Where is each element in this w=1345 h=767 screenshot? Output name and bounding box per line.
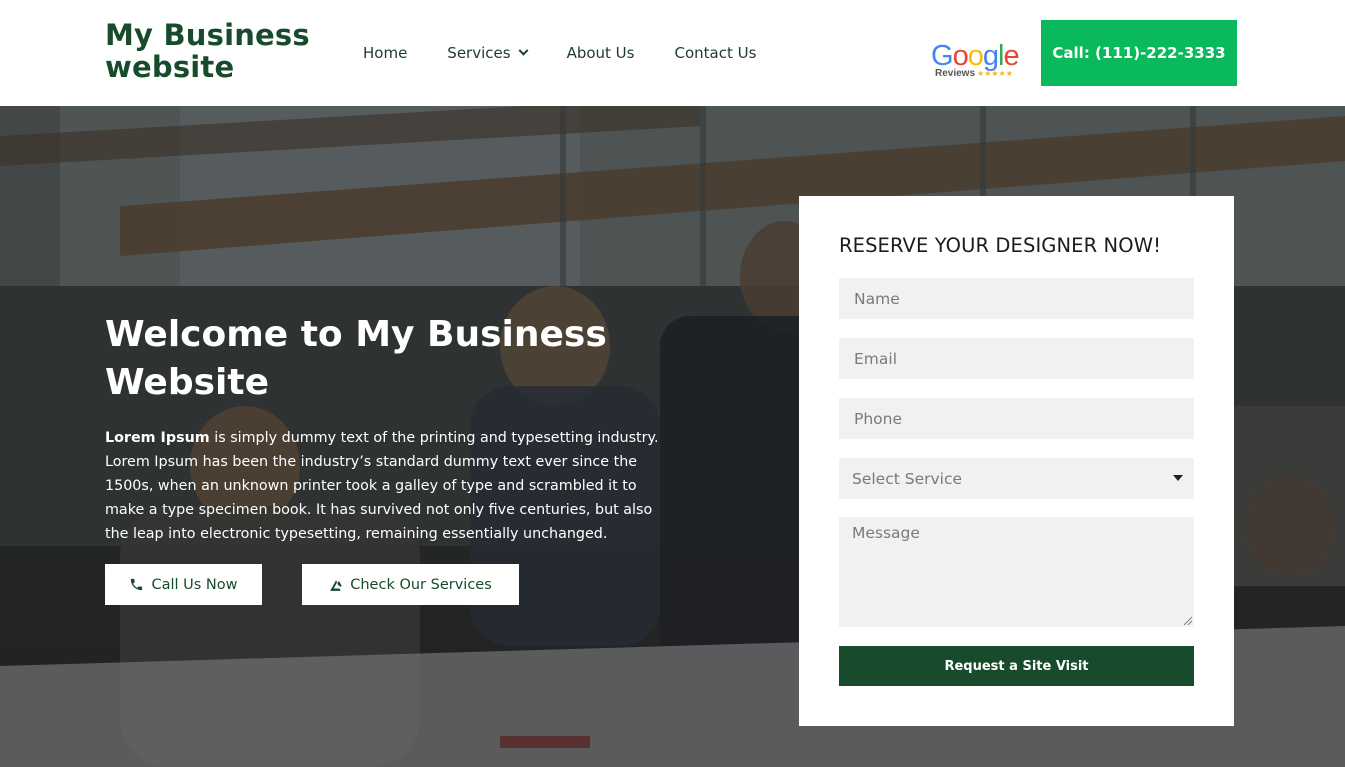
- call-phone-button[interactable]: Call: (111)-222-3333: [1041, 20, 1237, 86]
- site-header: My Business website Home Services About …: [0, 0, 1345, 106]
- nav-services-label: Services: [447, 44, 511, 62]
- main-nav: Home Services About Us Contact Us: [363, 42, 796, 64]
- google-letter: g: [982, 40, 999, 72]
- call-us-now-label: Call Us Now: [151, 576, 238, 593]
- reservation-form: RESERVE YOUR DESIGNER NOW! Name Email Ph…: [799, 196, 1234, 726]
- name-placeholder: Name: [854, 289, 900, 308]
- check-our-services-button[interactable]: Check Our Services: [302, 564, 519, 605]
- tools-icon: [329, 578, 343, 592]
- nav-contact-us[interactable]: Contact Us: [674, 44, 756, 62]
- nav-contact-label: Contact Us: [674, 44, 757, 62]
- google-reviews-label: Reviews: [935, 68, 976, 79]
- hero-description: Lorem Ipsum is simply dummy text of the …: [105, 426, 675, 546]
- phone-placeholder: Phone: [854, 409, 903, 428]
- service-select-value: Select Service: [852, 469, 963, 488]
- nav-services[interactable]: Services: [447, 44, 529, 62]
- name-field[interactable]: Name: [839, 278, 1194, 319]
- email-field[interactable]: Email: [839, 338, 1194, 379]
- service-select[interactable]: Select Service: [839, 458, 1194, 499]
- star-rating-icon: ★★★★★: [977, 69, 1013, 78]
- google-reviews-sub: Reviews ★★★★★: [935, 68, 1023, 79]
- request-site-visit-button[interactable]: Request a Site Visit: [839, 646, 1194, 686]
- form-title: RESERVE YOUR DESIGNER NOW!: [839, 234, 1161, 257]
- phone-field[interactable]: Phone: [839, 398, 1194, 439]
- caret-down-icon: [1173, 475, 1183, 481]
- nav-home-label: Home: [363, 44, 408, 62]
- hero-title: Welcome to My Business Website: [105, 314, 607, 403]
- site-logo[interactable]: My Business website: [105, 19, 335, 83]
- message-textarea[interactable]: Message: [839, 517, 1194, 627]
- phone-icon: [129, 577, 144, 592]
- chevron-down-icon: [518, 45, 529, 56]
- nav-about-us[interactable]: About Us: [567, 44, 635, 62]
- nav-about-label: About Us: [566, 44, 635, 62]
- google-reviews-badge[interactable]: G o o g l e Reviews ★★★★★: [931, 40, 1023, 84]
- message-placeholder: Message: [852, 524, 920, 542]
- nav-home[interactable]: Home: [363, 44, 407, 62]
- hero-description-rest: is simply dummy text of the printing and…: [105, 430, 659, 542]
- google-letter: e: [1003, 40, 1019, 72]
- hero-description-bold: Lorem Ipsum: [105, 430, 210, 446]
- hero-section: Welcome to My Business Website Lorem Ips…: [0, 106, 1345, 767]
- call-us-now-button[interactable]: Call Us Now: [105, 564, 262, 605]
- email-placeholder: Email: [854, 349, 898, 368]
- check-our-services-label: Check Our Services: [350, 576, 492, 593]
- resize-handle-icon[interactable]: [1184, 617, 1192, 625]
